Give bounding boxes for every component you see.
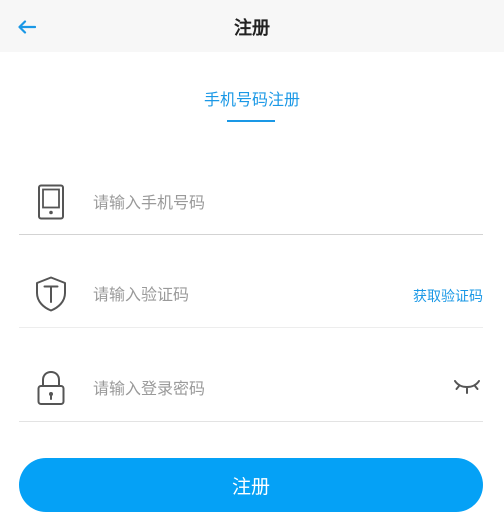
tab-phone-register[interactable]: 手机号码注册 — [0, 86, 504, 110]
lock-icon — [33, 370, 69, 406]
register-page: 注册 手机号码注册 获取验证码 — [0, 0, 504, 520]
header-bar: 注册 — [0, 0, 504, 52]
shield-icon — [33, 276, 69, 312]
code-row: 获取验证码 — [19, 262, 483, 328]
password-input[interactable] — [93, 372, 393, 404]
get-code-button[interactable]: 获取验证码 — [413, 286, 483, 306]
register-button[interactable]: 注册 — [19, 458, 483, 512]
verification-code-input[interactable] — [93, 278, 393, 310]
eye-closed-icon — [454, 380, 480, 394]
tab-label[interactable]: 手机号码注册 — [204, 86, 300, 110]
phone-row — [19, 170, 483, 235]
phone-icon — [33, 184, 69, 220]
tab-active-indicator — [227, 120, 275, 122]
password-row — [19, 356, 483, 422]
phone-input[interactable] — [93, 186, 393, 218]
page-title: 注册 — [234, 18, 270, 39]
password-visibility-toggle[interactable] — [451, 372, 483, 402]
